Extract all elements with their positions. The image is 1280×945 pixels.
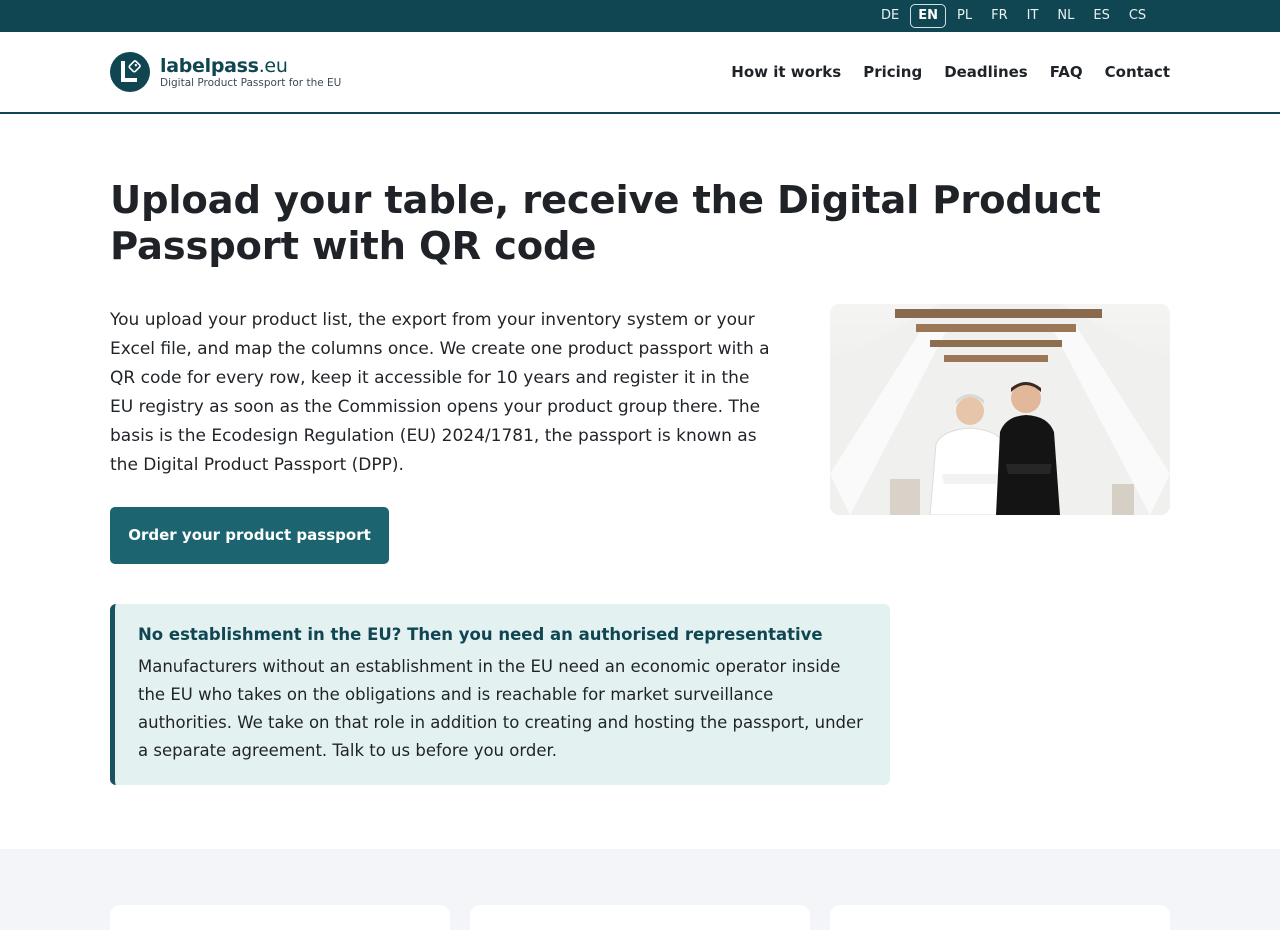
notice-title: No establishment in the EU? Then you nee… <box>138 625 823 644</box>
site-header: labelpass.eu Digital Product Passport fo… <box>0 32 1280 114</box>
lang-cs[interactable]: CS <box>1121 4 1154 28</box>
tag-icon <box>110 52 150 92</box>
lang-de[interactable]: DE <box>873 4 907 28</box>
nav-how-it-works[interactable]: How it works <box>731 61 841 83</box>
brand-tagline: Digital Product Passport for the EU <box>160 76 342 89</box>
language-bar: DE EN PL FR IT NL ES CS <box>0 0 1280 32</box>
lang-fr[interactable]: FR <box>983 4 1016 28</box>
lang-es[interactable]: ES <box>1085 4 1117 28</box>
features-band <box>0 849 1280 945</box>
brand-name: labelpass.eu <box>160 54 288 77</box>
main-nav: How it works Pricing Deadlines FAQ Conta… <box>709 61 1170 83</box>
lang-nl[interactable]: NL <box>1049 4 1082 28</box>
nav-pricing[interactable]: Pricing <box>863 61 922 83</box>
lang-pl[interactable]: PL <box>949 4 980 28</box>
feature-card <box>110 905 450 945</box>
intro-paragraph: You upload your product list, the export… <box>110 310 770 475</box>
nav-faq[interactable]: FAQ <box>1050 61 1083 83</box>
language-switcher: DE EN PL FR IT NL ES CS <box>873 4 1157 28</box>
team-photo <box>830 304 1170 515</box>
lang-it[interactable]: IT <box>1019 4 1047 28</box>
page-title: Upload your table, receive the Digital P… <box>110 178 1101 269</box>
nav-deadlines[interactable]: Deadlines <box>944 61 1028 83</box>
order-passport-button[interactable]: Order your product passport <box>110 507 389 564</box>
logo-text: labelpass.eu Digital Product Passport fo… <box>160 55 341 90</box>
nav-contact[interactable]: Contact <box>1105 61 1170 83</box>
logo[interactable]: labelpass.eu Digital Product Passport fo… <box>110 52 341 92</box>
feature-card <box>830 905 1170 945</box>
hero-section: Upload your table, receive the Digital P… <box>0 114 1280 847</box>
feature-card <box>470 905 810 945</box>
notice-body: Manufacturers without an establishment i… <box>138 657 863 760</box>
lang-en[interactable]: EN <box>910 4 946 28</box>
eu-representative-notice: No establishment in the EU? Then you nee… <box>110 604 890 785</box>
